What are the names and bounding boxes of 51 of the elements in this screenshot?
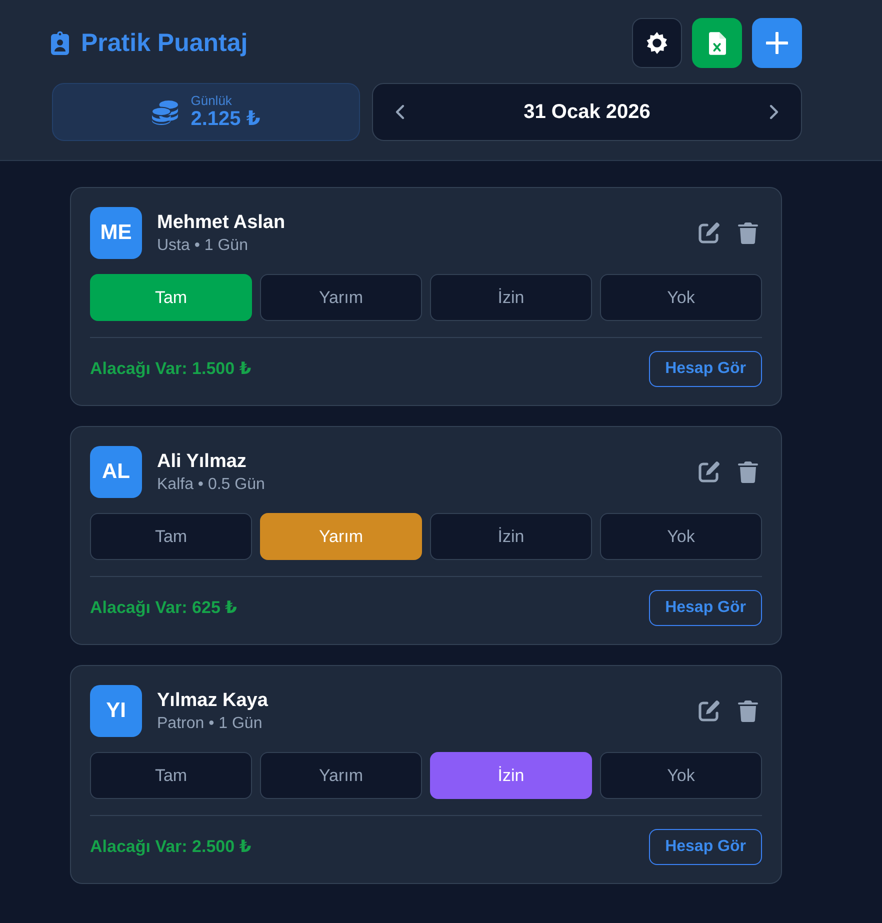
attendance-option[interactable]: İzin: [430, 274, 592, 321]
daily-amount: 2.125 ₺: [190, 108, 260, 130]
balance-text: Alacağı Var: 1.500 ₺: [90, 359, 252, 379]
chevron-left-icon: [395, 104, 405, 120]
trash-icon: [738, 700, 758, 722]
edit-button[interactable]: [698, 461, 720, 483]
worker-name: Mehmet Aslan: [157, 210, 286, 234]
edit-icon: [698, 222, 720, 244]
edit-button[interactable]: [698, 222, 720, 244]
edit-button[interactable]: [698, 700, 720, 722]
initials-avatar: YI: [90, 685, 142, 737]
balance-text: Alacağı Var: 2.500 ₺: [90, 837, 252, 857]
settings-icon: [646, 32, 668, 54]
attendance-option[interactable]: İzin: [430, 513, 592, 560]
attendance-option[interactable]: Yok: [600, 513, 762, 560]
daily-label: Günlük: [190, 94, 233, 108]
delete-button[interactable]: [738, 222, 758, 244]
trash-icon: [738, 461, 758, 483]
plus-icon: [766, 32, 788, 54]
worker-role-text: Patron • 1 Gün: [157, 714, 262, 734]
worker-role-text: Kalfa • 0.5 Gün: [157, 474, 265, 494]
attendance-option[interactable]: Yok: [600, 752, 762, 799]
worker-name: Ali Yılmaz: [157, 450, 246, 474]
app-title: Pratik Puantaj: [81, 28, 248, 58]
view-account-button[interactable]: Hesap Gör: [649, 829, 762, 865]
chevron-right-icon: [769, 104, 779, 120]
spreadsheet-file-icon: [708, 32, 726, 54]
worker-role-text: Usta • 1 Gün: [157, 236, 248, 256]
clipboard-user-icon: [51, 31, 69, 55]
trash-icon: [738, 222, 758, 244]
edit-icon: [698, 700, 720, 722]
attendance-option[interactable]: İzin: [430, 752, 592, 799]
coins-icon: [152, 100, 179, 124]
attendance-option[interactable]: Tam: [90, 513, 252, 560]
edit-icon: [698, 461, 720, 483]
attendance-option[interactable]: Tam: [90, 752, 252, 799]
delete-button[interactable]: [738, 461, 758, 483]
delete-button[interactable]: [738, 700, 758, 722]
add-button[interactable]: [752, 18, 802, 68]
export-excel-button[interactable]: [692, 18, 742, 68]
view-account-button[interactable]: Hesap Gör: [649, 590, 762, 626]
attendance-option[interactable]: Yok: [600, 274, 762, 321]
initials-avatar: AL: [90, 446, 142, 498]
attendance-option[interactable]: Yarım: [260, 274, 422, 321]
settings-button[interactable]: [632, 18, 682, 68]
attendance-option[interactable]: Yarım: [260, 752, 422, 799]
worker-name: Yılmaz Kaya: [157, 688, 268, 712]
current-date: 31 Ocak 2026: [524, 100, 650, 124]
initials-avatar: ME: [90, 207, 142, 259]
balance-text: Alacağı Var: 625 ₺: [90, 598, 237, 618]
view-account-button[interactable]: Hesap Gör: [649, 351, 762, 387]
